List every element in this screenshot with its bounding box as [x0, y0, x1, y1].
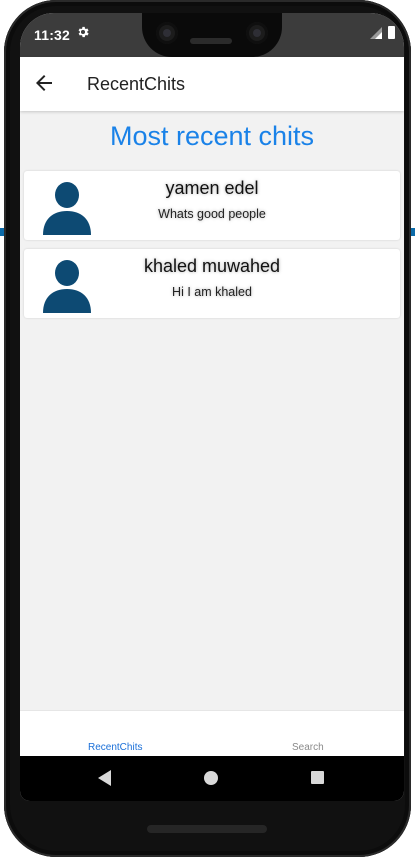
app-bar: RecentChits: [20, 57, 404, 111]
camera-notch: [142, 13, 282, 57]
chit-message: Whats good people: [158, 207, 266, 221]
phone-frame: 11:32 RecentChits Most recent chits yame…: [4, 0, 411, 857]
chit-sender-name: yamen edel: [165, 178, 259, 198]
screen: 11:32 RecentChits Most recent chits yame…: [20, 13, 404, 801]
page-heading: Most recent chits: [109, 121, 315, 151]
chit-message: Hi I am khaled: [172, 285, 252, 299]
front-sensor-icon: [246, 22, 268, 44]
home-circle-icon[interactable]: [204, 771, 218, 785]
tab-search[interactable]: Search: [292, 742, 324, 753]
earpiece-speaker: [190, 38, 232, 44]
bottom-tab-bar: RecentChits Search: [20, 710, 404, 757]
chit-sender-name: khaled muwahed: [143, 256, 281, 276]
recents-square-icon[interactable]: [311, 771, 324, 784]
arrow-left-icon[interactable]: [32, 71, 56, 95]
tab-recentchits[interactable]: RecentChits: [88, 742, 142, 753]
status-bar: 11:32: [20, 13, 404, 57]
battery-icon: [388, 26, 395, 39]
bottom-speaker-grille: [147, 825, 267, 833]
android-nav-bar: [20, 756, 404, 801]
status-time: 11:32: [34, 27, 71, 43]
back-triangle-icon[interactable]: [98, 770, 111, 786]
front-camera-icon: [156, 22, 178, 44]
chit-card[interactable]: yamen edel Whats good people: [24, 171, 400, 240]
app-bar-title: RecentChits: [87, 74, 186, 94]
gear-icon: [78, 26, 89, 38]
chit-card[interactable]: khaled muwahed Hi I am khaled: [24, 249, 400, 318]
signal-icon: [370, 27, 382, 39]
